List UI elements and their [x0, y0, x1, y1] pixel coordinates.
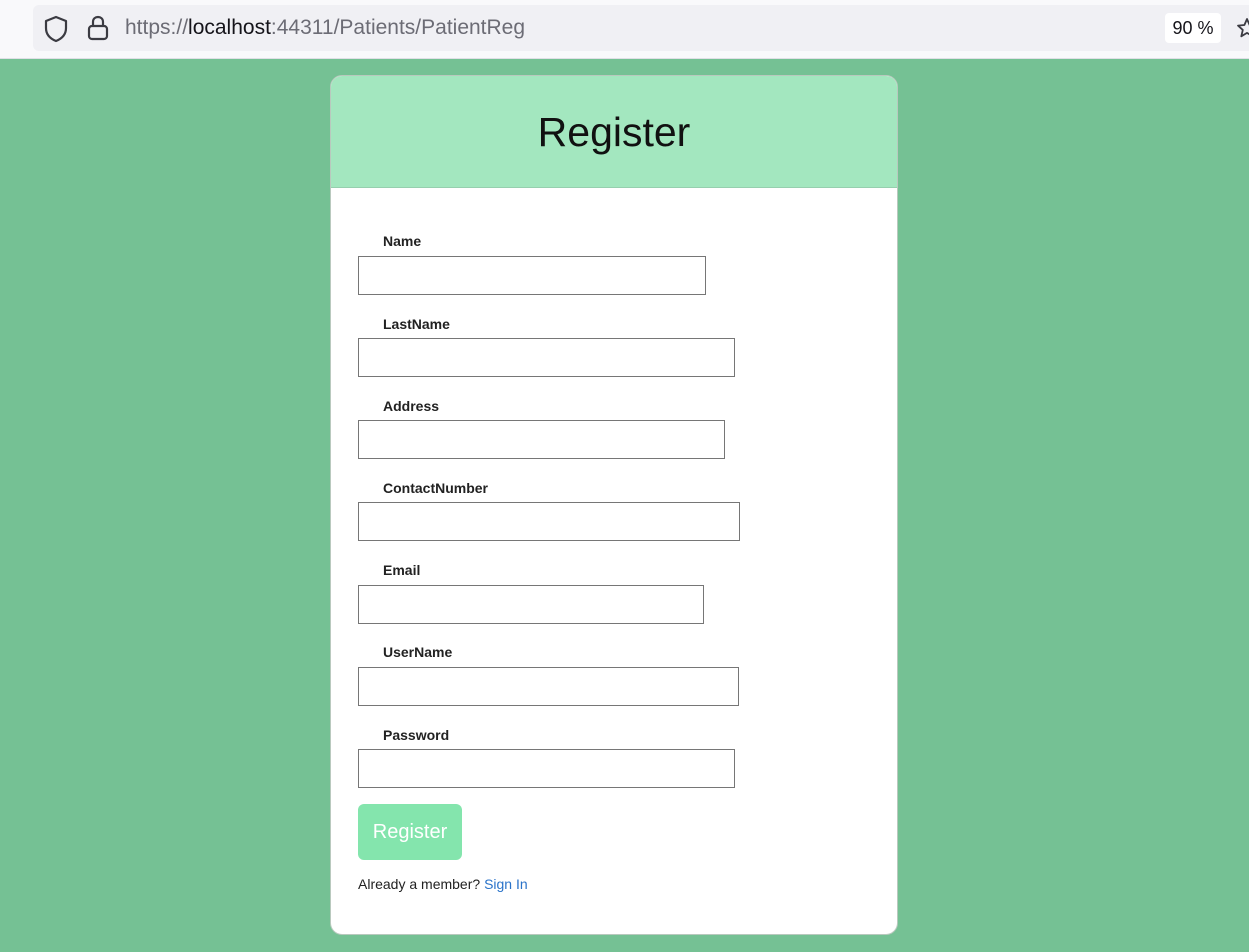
- shield-icon[interactable]: [43, 15, 69, 43]
- signin-link[interactable]: Sign In: [484, 876, 528, 892]
- contactnumber-input[interactable]: [358, 502, 740, 541]
- contactnumber-label: ContactNumber: [383, 480, 489, 496]
- username-input[interactable]: [358, 667, 739, 706]
- signin-prompt: Already a member? Sign In: [358, 876, 528, 892]
- register-button[interactable]: Register: [358, 804, 462, 860]
- name-input[interactable]: [358, 256, 706, 295]
- lastname-label: LastName: [383, 316, 450, 332]
- address-input[interactable]: [358, 420, 725, 459]
- register-card: Register Name LastName Address ContactNu…: [330, 75, 898, 935]
- lock-icon[interactable]: [86, 14, 110, 42]
- star-icon[interactable]: [1236, 17, 1249, 39]
- url-scheme: https://: [125, 16, 189, 39]
- browser-toolbar: https://localhost:44311/Patients/Patient…: [0, 0, 1249, 59]
- url-path: :44311/Patients/PatientReg: [270, 16, 526, 39]
- lastname-input[interactable]: [358, 338, 735, 377]
- zoom-level-badge[interactable]: 90 %: [1165, 13, 1221, 43]
- member-text: Already a member?: [358, 876, 481, 892]
- password-input[interactable]: [358, 749, 735, 788]
- url-host: localhost: [188, 16, 271, 39]
- name-label: Name: [383, 233, 422, 249]
- password-label: Password: [383, 727, 450, 743]
- email-label: Email: [383, 562, 421, 578]
- url-text[interactable]: https://localhost:44311/Patients/Patient…: [125, 16, 525, 40]
- page-title: Register: [537, 109, 691, 155]
- username-label: UserName: [383, 644, 453, 660]
- email-input[interactable]: [358, 585, 704, 624]
- card-header: Register: [331, 76, 897, 188]
- address-label: Address: [383, 398, 440, 414]
